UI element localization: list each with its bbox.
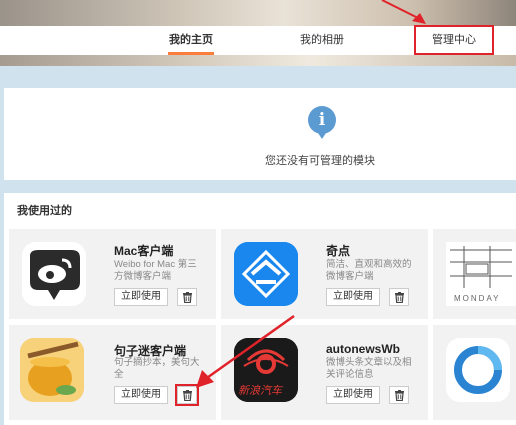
delete-button[interactable]	[177, 288, 197, 306]
honey-jar-icon[interactable]	[20, 338, 84, 402]
delete-button[interactable]	[389, 288, 409, 306]
ring-icon[interactable]	[446, 338, 510, 402]
highlight-box-management	[414, 25, 494, 55]
trash-icon	[183, 292, 192, 303]
use-button[interactable]: 立即使用	[326, 288, 380, 306]
profile-banner-lower	[0, 54, 516, 66]
qidian-icon[interactable]	[234, 242, 298, 306]
monday-label: MONDAY	[454, 294, 501, 303]
use-button[interactable]: 立即使用	[326, 386, 380, 404]
use-button[interactable]: 立即使用	[114, 386, 168, 404]
info-icon-tail	[316, 130, 328, 139]
section-title: 我使用过的	[17, 205, 72, 217]
use-button[interactable]: 立即使用	[114, 288, 168, 306]
app-desc: 微博头条文章以及相关评论信息	[326, 357, 412, 380]
tab-my-home[interactable]: 我的主页	[160, 26, 222, 55]
app-name: autonewsWb	[326, 342, 400, 356]
app-desc: Weibo for Mac 第三方微博客户端	[114, 259, 197, 282]
annotation-arrow-top	[381, 0, 426, 24]
trash-icon	[395, 292, 404, 303]
empty-message: 您还没有可管理的模块	[265, 155, 375, 167]
monday-icon[interactable]: MONDAY	[446, 242, 516, 306]
app-name: Mac客户端	[114, 244, 174, 258]
app-name: 奇点	[326, 244, 351, 258]
tab-my-album[interactable]: 我的相册	[290, 26, 354, 55]
annotation-arrow	[196, 314, 295, 388]
weibo-chat-bubble-icon[interactable]	[22, 242, 86, 306]
app-desc: 简洁、直观和高效的微博客户端	[326, 259, 412, 282]
trash-icon	[395, 390, 404, 401]
delete-button[interactable]	[389, 386, 409, 404]
